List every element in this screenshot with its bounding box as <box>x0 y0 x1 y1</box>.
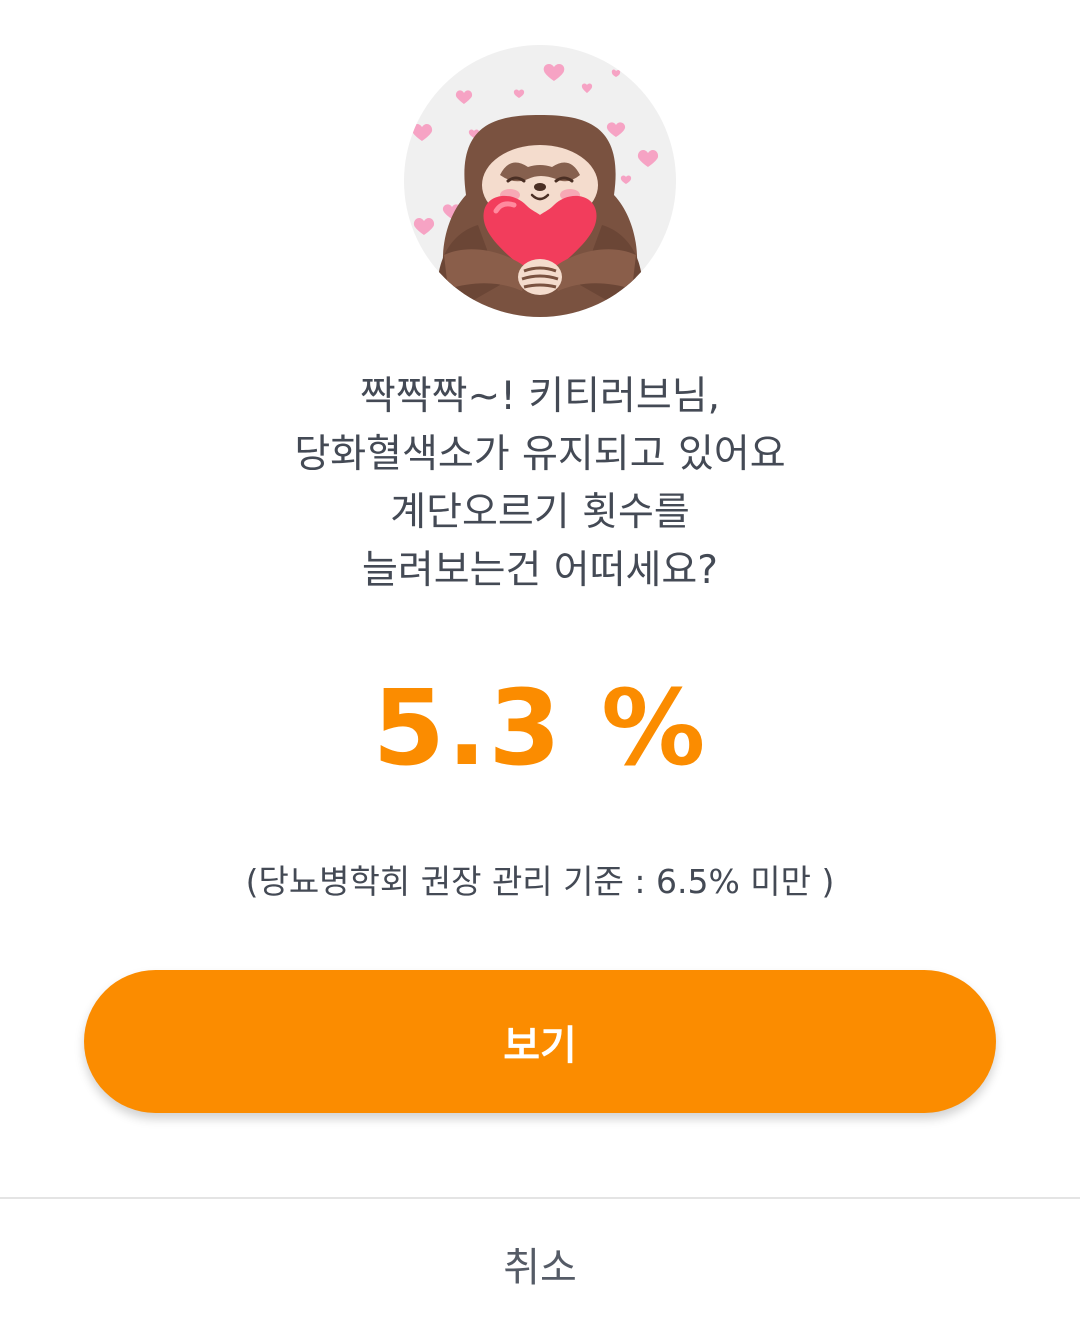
message-line-3: 계단오르기 횟수를 <box>390 490 690 535</box>
message-line-2: 당화혈색소가 유지되고 있어요 <box>294 432 786 477</box>
view-button[interactable]: 보기 <box>84 970 996 1113</box>
recommended-standard-note: (당뇨병학회 권장 관리 기준 : 6.5% 미만 ) <box>245 862 835 901</box>
result-dialog: 짝짝짝~! 키티러브님, 당화혈색소가 유지되고 있어요 계단오르기 횟수를 늘… <box>0 0 1080 1329</box>
message-line-4: 늘려보는건 어떠세요? <box>361 548 719 593</box>
message-line-1: 짝짝짝~! 키티러브님, <box>359 374 721 419</box>
sloth-heart-illustration <box>404 45 676 317</box>
hba1c-value: 5.3 % <box>372 667 708 789</box>
result-message: 짝짝짝~! 키티러브님, 당화혈색소가 유지되고 있어요 계단오르기 횟수를 늘… <box>0 368 1080 600</box>
cancel-button[interactable]: 취소 <box>0 1199 1080 1329</box>
